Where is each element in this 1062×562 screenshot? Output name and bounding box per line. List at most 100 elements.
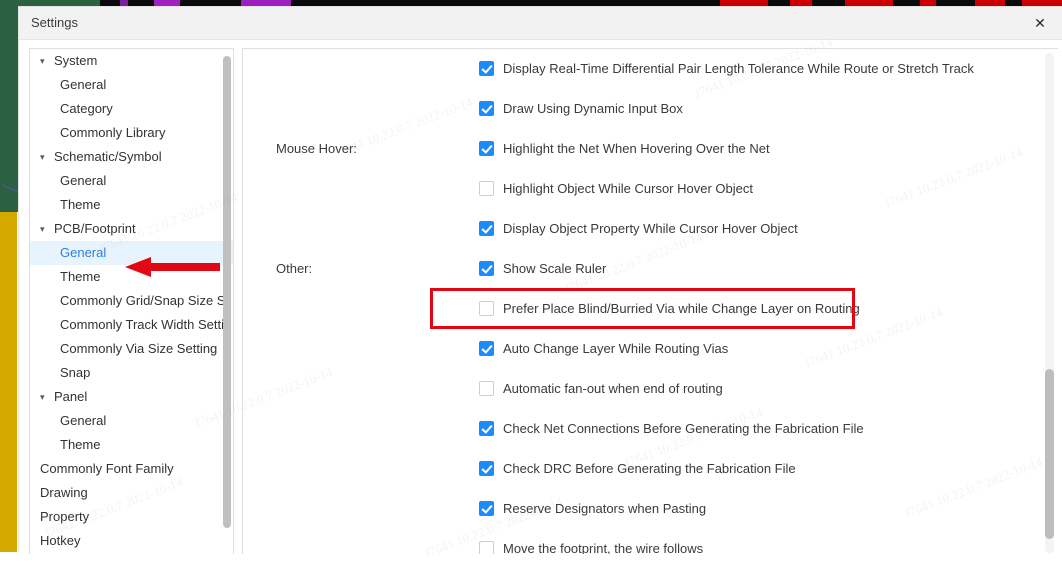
sidebar-item-panel[interactable]: ▾ Panel <box>30 385 233 409</box>
sidebar-scrollbar[interactable] <box>223 51 231 551</box>
sidebar-item-label: PCB/Footprint <box>54 221 136 236</box>
sidebar-item-label: Commonly Library <box>60 125 166 140</box>
background-strip-segment <box>975 0 1005 7</box>
option-checkbox[interactable] <box>479 181 494 196</box>
screen: Settings ✕ ▾ System General Category Commonl… <box>0 0 1062 561</box>
chevron-down-icon[interactable]: ▾ <box>40 385 52 409</box>
sidebar-item-label: General <box>60 173 107 188</box>
option-row: Auto Change Layer While Routing Vias <box>243 329 1036 369</box>
option-label[interactable]: Move the footprint, the wire follows <box>503 529 703 554</box>
sidebar-item-general[interactable]: General <box>30 409 233 433</box>
sidebar-item-pcb-footprint[interactable]: ▾ PCB/Footprint <box>30 217 233 241</box>
sidebar-item-theme[interactable]: Theme <box>30 433 233 457</box>
sidebar-item-commonly-library[interactable]: Commonly Library <box>30 121 233 145</box>
background-strip-segment <box>845 0 893 7</box>
option-row: Other: Show Scale Ruler <box>243 249 1036 289</box>
option-checkbox[interactable] <box>479 461 494 476</box>
background-strip-segment <box>920 0 936 7</box>
sidebar-scrollbar-thumb[interactable] <box>223 56 231 528</box>
sidebar-item-label: Snap <box>60 365 91 380</box>
sidebar-item-label: General <box>60 413 107 428</box>
option-label[interactable]: Display Object Property While Cursor Hov… <box>503 209 798 249</box>
chevron-down-icon[interactable]: ▾ <box>40 217 52 241</box>
sidebar-item-general[interactable]: General <box>30 169 233 193</box>
sidebar-item-system[interactable]: ▾ System <box>30 49 233 73</box>
option-label[interactable]: Auto Change Layer While Routing Vias <box>503 329 728 369</box>
sidebar-item-theme[interactable]: Theme <box>30 193 233 217</box>
sidebar-item-schematic-symbol[interactable]: ▾ Schematic/Symbol <box>30 145 233 169</box>
dialog-titlebar: Settings ✕ <box>19 7 1062 40</box>
sidebar-item-label: Theme <box>60 437 101 452</box>
background-strip-segment <box>790 0 812 7</box>
sidebar-item-label: Commonly Via Size Setting <box>60 341 218 356</box>
option-checkbox[interactable] <box>479 541 494 554</box>
options-list: Display Real-Time Differential Pair Leng… <box>243 49 1036 554</box>
sidebar-item-general[interactable]: General <box>30 241 233 265</box>
chevron-down-icon[interactable]: ▾ <box>40 145 52 169</box>
sidebar-item-property[interactable]: Property <box>30 505 233 529</box>
option-row: Check Net Connections Before Generating … <box>243 409 1036 449</box>
option-checkbox[interactable] <box>479 221 494 236</box>
sidebar-item-label: Commonly Grid/Snap Size S <box>60 293 226 308</box>
background-strip-segment <box>154 0 180 7</box>
sidebar-item-label: Commonly Track Width Setti <box>60 317 224 332</box>
option-row: Display Real-Time Differential Pair Leng… <box>243 49 1036 89</box>
option-label[interactable]: Highlight Object While Cursor Hover Obje… <box>503 169 753 209</box>
option-checkbox[interactable] <box>479 141 494 156</box>
option-label[interactable]: Prefer Place Blind/Burried Via while Cha… <box>503 289 860 329</box>
sidebar-item-theme[interactable]: Theme <box>30 265 233 289</box>
sidebar-item-category[interactable]: Category <box>30 97 233 121</box>
options-scrollbar[interactable] <box>1045 53 1054 553</box>
option-checkbox[interactable] <box>479 301 494 316</box>
background-strip-segment <box>241 0 291 7</box>
option-label[interactable]: Display Real-Time Differential Pair Leng… <box>503 49 974 89</box>
option-row: Display Object Property While Cursor Hov… <box>243 209 1036 249</box>
settings-category-tree[interactable]: ▾ System General Category Commonly Library ▾ S… <box>29 48 234 554</box>
sidebar-item-general[interactable]: General <box>30 73 233 97</box>
sidebar-item-label: Drawing <box>40 485 88 500</box>
sidebar-item-commonly-grid-snap-size-s[interactable]: Commonly Grid/Snap Size S <box>30 289 233 313</box>
sidebar-item-hotkey[interactable]: Hotkey <box>30 529 233 553</box>
option-group-label: Mouse Hover: <box>276 141 357 156</box>
option-label[interactable]: Automatic fan-out when end of routing <box>503 369 723 409</box>
background-window-left-strip <box>0 0 19 552</box>
sidebar-item-commonly-track-width-setti[interactable]: Commonly Track Width Setti <box>30 313 233 337</box>
options-scrollbar-thumb[interactable] <box>1045 369 1054 539</box>
dialog-body: ▾ System General Category Commonly Library ▾ S… <box>19 40 1062 554</box>
sidebar-item-commonly-font-family[interactable]: Commonly Font Family <box>30 457 233 481</box>
option-group-label: Other: <box>276 261 313 276</box>
sidebar-item-commonly-via-size-setting[interactable]: Commonly Via Size Setting <box>30 337 233 361</box>
sidebar-item-snap[interactable]: Snap <box>30 361 233 385</box>
option-checkbox[interactable] <box>479 421 494 436</box>
background-strip-segment <box>720 0 768 7</box>
option-checkbox[interactable] <box>479 101 494 116</box>
settings-options-panel: Display Real-Time Differential Pair Leng… <box>242 48 1058 554</box>
chevron-down-icon[interactable]: ▾ <box>40 49 52 73</box>
option-checkbox[interactable] <box>479 381 494 396</box>
close-icon[interactable]: ✕ <box>1018 7 1062 39</box>
option-checkbox[interactable] <box>479 501 494 516</box>
option-row: Prefer Place Blind/Burried Via while Cha… <box>243 289 1036 329</box>
option-label[interactable]: Show Scale Ruler <box>503 249 606 289</box>
tree-list: ▾ System General Category Commonly Library ▾ S… <box>30 49 233 553</box>
option-label[interactable]: Check DRC Before Generating the Fabricat… <box>503 449 796 489</box>
option-row: Automatic fan-out when end of routing <box>243 369 1036 409</box>
sidebar-item-drawing[interactable]: Drawing <box>30 481 233 505</box>
option-checkbox[interactable] <box>479 61 494 76</box>
option-label[interactable]: Check Net Connections Before Generating … <box>503 409 864 449</box>
option-label[interactable]: Draw Using Dynamic Input Box <box>503 89 683 129</box>
sidebar-item-label: Panel <box>54 389 88 404</box>
option-row: Check DRC Before Generating the Fabricat… <box>243 449 1036 489</box>
option-checkbox[interactable] <box>479 341 494 356</box>
option-checkbox[interactable] <box>479 261 494 276</box>
sidebar-item-label: Theme <box>60 197 101 212</box>
option-label[interactable]: Reserve Designators when Pasting <box>503 489 706 529</box>
option-row: Move the footprint, the wire follows <box>243 529 1036 554</box>
sidebar-item-label: General <box>60 77 107 92</box>
background-strip-segment <box>128 0 154 7</box>
sidebar-item-label: System <box>54 53 98 68</box>
settings-dialog: Settings ✕ ▾ System General Category Commonl… <box>19 7 1062 554</box>
option-row: Mouse Hover: Highlight the Net When Hover… <box>243 129 1036 169</box>
background-strip-segment <box>1022 0 1062 7</box>
option-label[interactable]: Highlight the Net When Hovering Over the… <box>503 129 770 169</box>
